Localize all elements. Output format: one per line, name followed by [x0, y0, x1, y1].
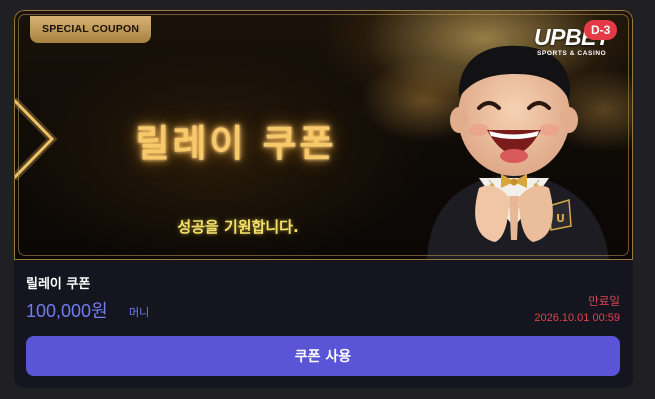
mascot-icon: U [427, 45, 609, 260]
coupon-banner: U SPECIAL COUPON 릴레이 쿠폰 성공을 기원합니다. UPBET… [14, 10, 633, 260]
svg-text:U: U [556, 212, 565, 225]
coupon-name: 릴레이 쿠폰 [26, 277, 91, 292]
logo-subtext: SPORTS & CASINO [537, 50, 607, 57]
banner-title: 릴레이 쿠폰 [135, 122, 337, 165]
use-coupon-button[interactable]: 쿠폰 사용 [26, 336, 620, 376]
dday-badge: D-3 [584, 20, 618, 40]
expiry-date: 2026.10.01 00:59 [534, 312, 620, 324]
expiry-label: 만료일 [588, 294, 620, 308]
special-coupon-tag: SPECIAL COUPON [30, 16, 152, 43]
banner-subtitle: 성공을 기원합니다. [177, 218, 299, 236]
coupon-card: U SPECIAL COUPON 릴레이 쿠폰 성공을 기원합니다. UPBET… [14, 10, 633, 388]
coupon-amount-unit: 머니 [129, 306, 150, 319]
gold-chevron-icon [14, 97, 58, 181]
coupon-amount: 100,000원 [26, 301, 108, 321]
